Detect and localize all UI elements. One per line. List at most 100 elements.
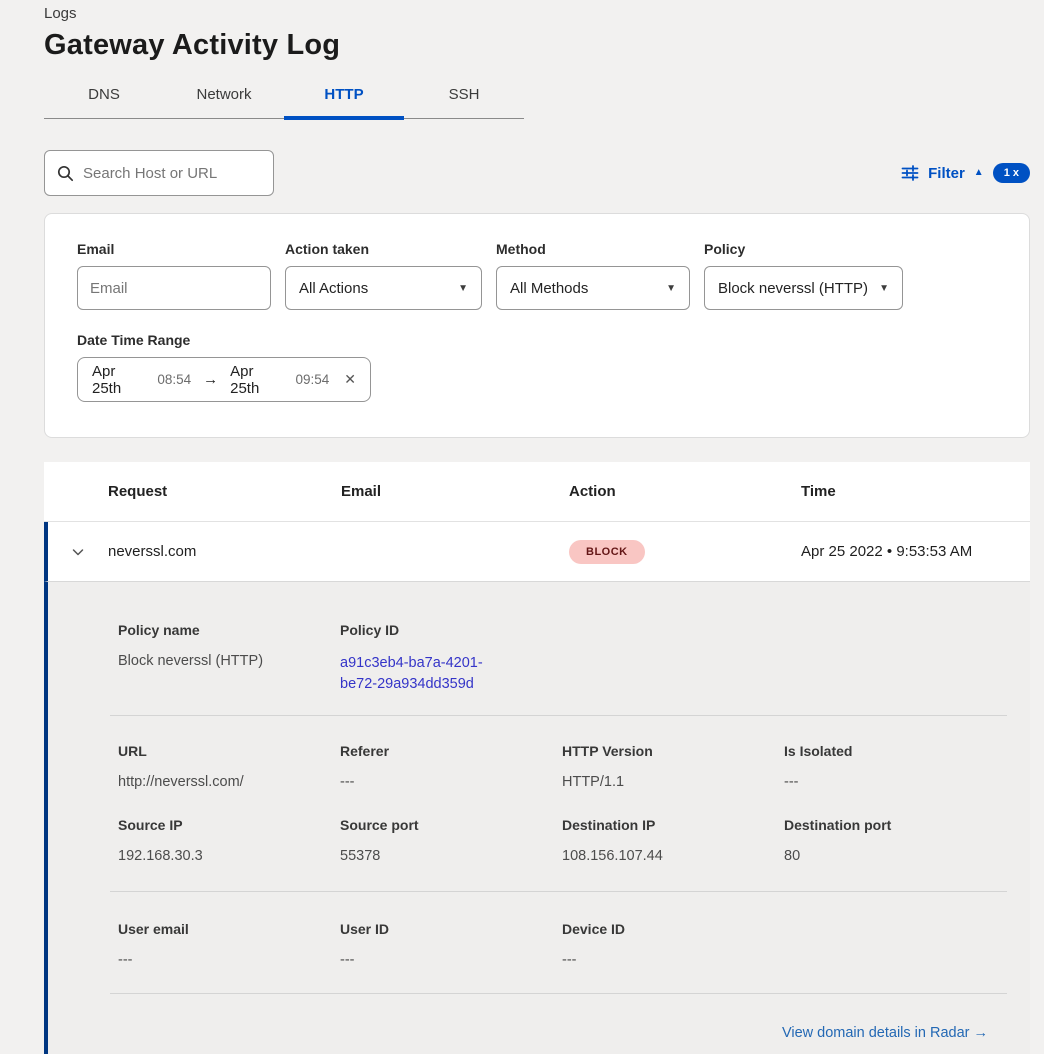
user-email-field: User email --- (118, 921, 340, 968)
policy-id-label: Policy ID (340, 622, 562, 638)
table-header-row: Request Email Action Time (44, 462, 1030, 522)
method-value: All Methods (510, 280, 588, 297)
range-arrow-icon: → (200, 371, 221, 388)
source-ip-value: 192.168.30.3 (118, 848, 340, 864)
destination-ip-field: Destination IP 108.156.107.44 (562, 817, 784, 864)
chevron-down-icon: ▼ (666, 283, 676, 294)
destination-port-value: 80 (784, 848, 1006, 864)
user-email-value: --- (118, 952, 340, 968)
row-expand-chevron-icon[interactable] (48, 544, 108, 560)
activity-log-table: Request Email Action Time neverssl.com B… (44, 462, 1030, 1054)
chevron-down-icon: ▼ (879, 283, 889, 294)
search-filter-row: Filter ▲ 1 x (44, 150, 1030, 196)
policy-value: Block neverssl (HTTP) (718, 280, 868, 297)
column-header-email: Email (341, 483, 569, 500)
date-time-range-label: Date Time Range (77, 332, 997, 348)
http-version-value: HTTP/1.1 (562, 774, 784, 790)
policy-field: Policy Block neverssl (HTTP) ▼ (704, 241, 903, 310)
tab-bar: DNS Network HTTP SSH (44, 86, 524, 119)
device-id-value: --- (562, 952, 784, 968)
source-port-field: Source port 55378 (340, 817, 562, 864)
policy-name-field: Policy name Block neverssl (HTTP) (118, 622, 340, 695)
device-id-field: Device ID --- (562, 921, 784, 968)
main-content: Logs Gateway Activity Log DNS Network HT… (0, 0, 1030, 1054)
is-isolated-label: Is Isolated (784, 743, 1006, 759)
policy-label: Policy (704, 241, 903, 257)
source-port-label: Source port (340, 817, 562, 833)
tab-ssh[interactable]: SSH (404, 86, 524, 118)
page-title: Gateway Activity Log (44, 29, 1030, 62)
action-taken-value: All Actions (299, 280, 368, 297)
clear-range-icon[interactable]: ✕ (344, 371, 356, 388)
user-email-label: User email (118, 921, 340, 937)
action-taken-label: Action taken (285, 241, 482, 257)
email-filter-input[interactable] (77, 266, 271, 310)
url-field: URL http://neverssl.com/ (118, 743, 340, 790)
user-id-field: User ID --- (340, 921, 562, 968)
filter-toggle[interactable]: Filter ▲ 1 x (901, 163, 1030, 183)
chevron-down-icon: ▼ (458, 283, 468, 294)
url-value: http://neverssl.com/ (118, 774, 340, 790)
radar-link-row: View domain details in Radar → (48, 994, 1030, 1042)
start-time: 08:54 (157, 372, 191, 387)
filter-sliders-icon (901, 164, 919, 182)
referer-label: Referer (340, 743, 562, 759)
action-taken-select[interactable]: All Actions ▼ (285, 266, 482, 310)
search-icon (57, 165, 74, 182)
policy-id-link[interactable]: a91c3eb4-ba7a-4201-be72-29a934dd359d (340, 653, 536, 695)
policy-section: Policy name Block neverssl (HTTP) Policy… (48, 582, 1030, 715)
tab-dns[interactable]: DNS (44, 86, 164, 118)
destination-port-field: Destination port 80 (784, 817, 1006, 864)
url-label: URL (118, 743, 340, 759)
referer-field: Referer --- (340, 743, 562, 790)
caret-up-icon: ▲ (974, 168, 984, 178)
source-ip-label: Source IP (118, 817, 340, 833)
source-port-value: 55378 (340, 848, 562, 864)
breadcrumb[interactable]: Logs (44, 0, 1030, 22)
table-row[interactable]: neverssl.com BLOCK Apr 25 2022 • 9:53:53… (44, 522, 1030, 582)
destination-ip-value: 108.156.107.44 (562, 848, 784, 864)
source-ip-field: Source IP 192.168.30.3 (118, 817, 340, 864)
method-field: Method All Methods ▼ (496, 241, 690, 310)
http-version-label: HTTP Version (562, 743, 784, 759)
is-isolated-field: Is Isolated --- (784, 743, 1006, 790)
expanded-row-details: Policy name Block neverssl (HTTP) Policy… (44, 582, 1030, 1054)
user-section: User email --- User ID --- Device ID --- (48, 892, 1030, 993)
device-id-label: Device ID (562, 921, 784, 937)
email-filter-field: Email (77, 241, 271, 310)
destination-port-label: Destination port (784, 817, 1006, 833)
row-time: Apr 25 2022 • 9:53:53 AM (801, 543, 1030, 560)
filter-count-badge[interactable]: 1 x (993, 163, 1030, 183)
policy-name-value: Block neverssl (HTTP) (118, 653, 340, 669)
date-time-range-picker[interactable]: Apr 25th 08:54 → Apr 25th 09:54 ✕ (77, 357, 371, 402)
user-id-value: --- (340, 952, 562, 968)
policy-select[interactable]: Block neverssl (HTTP) ▼ (704, 266, 903, 310)
tab-network[interactable]: Network (164, 86, 284, 118)
start-date: Apr 25th (92, 363, 148, 397)
column-header-time: Time (801, 483, 1030, 500)
url-section: URL http://neverssl.com/ Referer --- HTT… (48, 716, 1030, 799)
http-version-field: HTTP Version HTTP/1.1 (562, 743, 784, 790)
action-taken-field: Action taken All Actions ▼ (285, 241, 482, 310)
column-header-request: Request (108, 483, 341, 500)
end-date: Apr 25th (230, 363, 286, 397)
policy-id-field: Policy ID a91c3eb4-ba7a-4201-be72-29a934… (340, 622, 562, 695)
row-request: neverssl.com (108, 543, 341, 560)
email-filter-label: Email (77, 241, 271, 257)
method-label: Method (496, 241, 690, 257)
column-header-action: Action (569, 483, 801, 500)
search-box[interactable] (44, 150, 274, 196)
referer-value: --- (340, 774, 562, 790)
status-badge: BLOCK (569, 540, 645, 564)
destination-ip-label: Destination IP (562, 817, 784, 833)
end-time: 09:54 (295, 372, 329, 387)
method-select[interactable]: All Methods ▼ (496, 266, 690, 310)
date-time-range-field: Date Time Range Apr 25th 08:54 → Apr 25t… (77, 332, 997, 402)
search-input[interactable] (83, 165, 282, 182)
user-id-label: User ID (340, 921, 562, 937)
tab-http[interactable]: HTTP (284, 86, 404, 118)
filter-label: Filter (928, 165, 965, 182)
radar-details-link[interactable]: View domain details in Radar → (782, 1025, 988, 1041)
policy-name-label: Policy name (118, 622, 340, 638)
network-section: Source IP 192.168.30.3 Source port 55378… (48, 799, 1030, 891)
